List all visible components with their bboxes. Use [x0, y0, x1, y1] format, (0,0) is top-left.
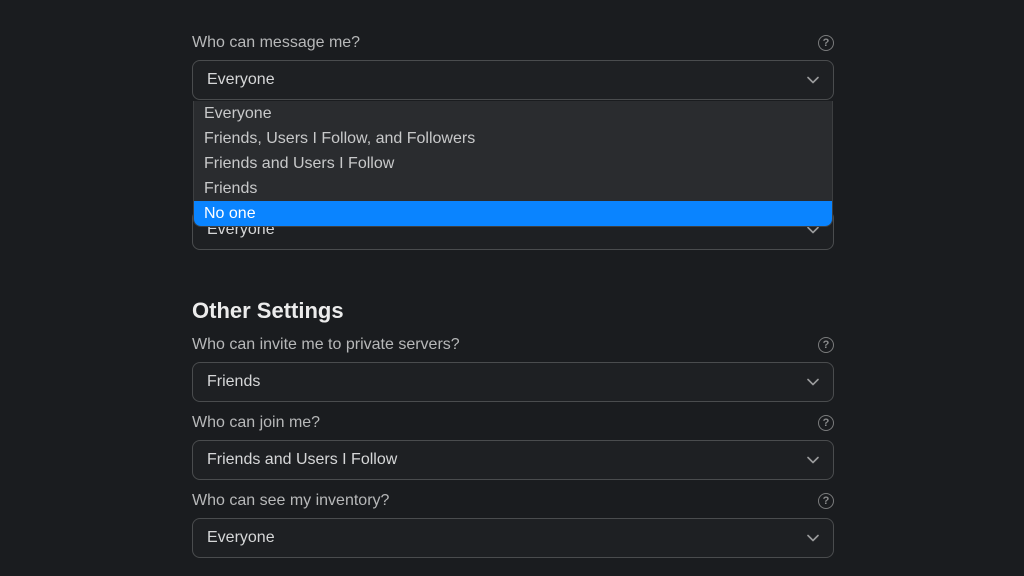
- dropdown-option[interactable]: Friends: [194, 176, 832, 201]
- help-icon[interactable]: ?: [818, 415, 834, 431]
- setting-label: Who can join me?: [192, 414, 320, 432]
- label-row: Who can invite me to private servers? ?: [192, 336, 834, 354]
- select-inventory[interactable]: Everyone: [192, 518, 834, 558]
- setting-join: Who can join me? ? Friends and Users I F…: [192, 414, 834, 480]
- select-value: Friends: [207, 373, 260, 391]
- select-message[interactable]: Everyone Everyone Friends, Users I Follo…: [192, 60, 834, 100]
- help-icon[interactable]: ?: [818, 493, 834, 509]
- help-icon[interactable]: ?: [818, 337, 834, 353]
- section-header-other: Other Settings: [192, 298, 834, 324]
- select-value: Everyone: [207, 529, 275, 547]
- label-row: Who can join me? ?: [192, 414, 834, 432]
- chevron-down-icon: [807, 532, 819, 544]
- dropdown-message: Everyone Friends, Users I Follow, and Fo…: [193, 101, 833, 227]
- label-row: Who can see my inventory? ?: [192, 492, 834, 510]
- dropdown-option-highlight[interactable]: No one: [194, 201, 832, 226]
- select-join[interactable]: Friends and Users I Follow: [192, 440, 834, 480]
- dropdown-option[interactable]: Friends, Users I Follow, and Followers: [194, 126, 832, 151]
- select-value: Friends and Users I Follow: [207, 451, 397, 469]
- setting-message: Who can message me? ? Everyone Everyone …: [192, 34, 834, 100]
- chevron-down-icon: [807, 454, 819, 466]
- setting-label: Who can message me?: [192, 34, 360, 52]
- help-icon[interactable]: ?: [818, 35, 834, 51]
- label-row: Who can message me? ?: [192, 34, 834, 52]
- dropdown-option[interactable]: Everyone: [194, 101, 832, 126]
- chevron-down-icon: [807, 376, 819, 388]
- select-invite[interactable]: Friends: [192, 362, 834, 402]
- setting-label: Who can invite me to private servers?: [192, 336, 460, 354]
- select-value: Everyone: [207, 71, 275, 89]
- setting-invite: Who can invite me to private servers? ? …: [192, 336, 834, 402]
- setting-label: Who can see my inventory?: [192, 492, 389, 510]
- setting-inventory: Who can see my inventory? ? Everyone: [192, 492, 834, 558]
- chevron-down-icon: [807, 74, 819, 86]
- dropdown-option[interactable]: Friends and Users I Follow: [194, 151, 832, 176]
